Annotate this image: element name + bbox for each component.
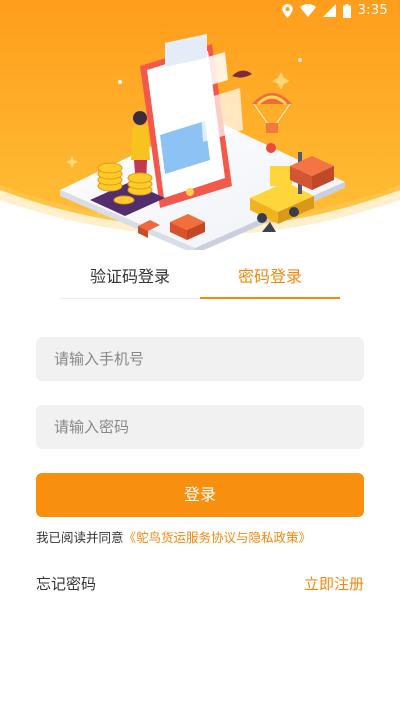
location-icon [281,3,293,18]
battery-icon [342,3,351,18]
forgot-password-link[interactable]: 忘记密码 [36,573,96,594]
agreement-link[interactable]: 《鸵鸟货运服务协议与隐私政策》 [124,530,312,545]
tab-sms-login[interactable]: 验证码登录 [60,255,200,299]
signal-icon [322,4,336,17]
agreement-text: 我已阅读并同意《鸵鸟货运服务协议与隐私政策》 [36,527,311,546]
active-tab-indicator [200,297,340,299]
wifi-icon [299,4,316,17]
password-input[interactable] [36,405,364,449]
register-link[interactable]: 立即注册 [304,573,364,594]
phone-input[interactable] [36,337,364,381]
hero-illustration [0,0,400,254]
tab-password-login[interactable]: 密码登录 [200,255,340,299]
hero-banner [0,0,400,254]
status-time: 3:35 [357,3,388,18]
status-bar: 3:35 [0,0,400,24]
agreement-prefix: 我已阅读并同意 [36,530,124,545]
status-icons: 3:35 [281,3,388,18]
login-button[interactable]: 登录 [36,473,364,517]
login-tabs: 验证码登录 密码登录 [60,255,340,299]
